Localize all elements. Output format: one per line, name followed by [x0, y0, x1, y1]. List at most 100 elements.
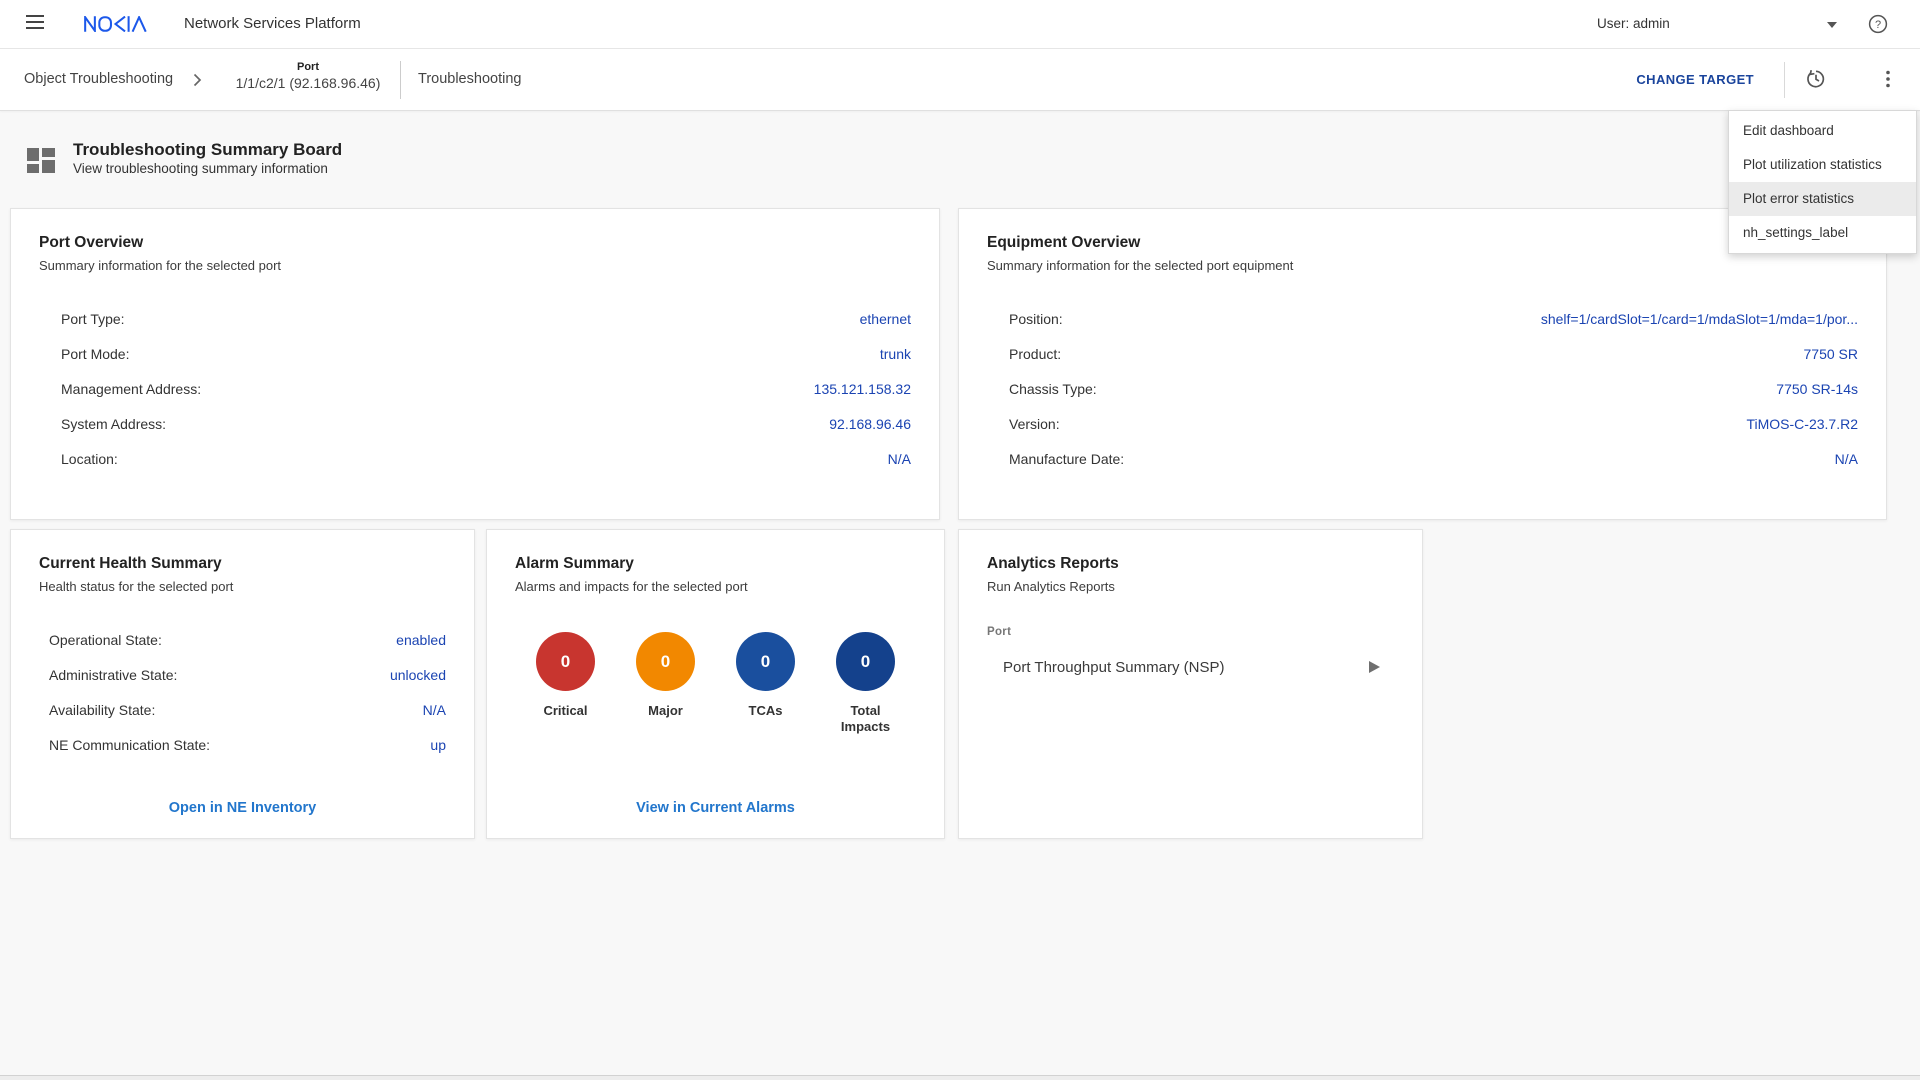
field-list: Operational State: enabled Administrative … — [39, 622, 446, 762]
nokia-logo-text: NOKIA — [148, 16, 149, 17]
menu-item-plot-error-statistics[interactable]: Plot error statistics — [1729, 182, 1916, 216]
card-subtitle: Health status for the selected port — [39, 578, 446, 596]
nokia-logo: NOKIA — [84, 16, 148, 37]
field-value: TiMOS-C-23.7.R2 — [1746, 416, 1858, 432]
alarm-count-circle: 0 — [836, 632, 895, 691]
field-label: Port Type: — [61, 311, 125, 327]
field-row: Port Mode: trunk — [39, 336, 911, 371]
field-row: NE Communication State: up — [39, 727, 446, 762]
toolbar-divider — [1784, 62, 1785, 98]
field-row: Operational State: enabled — [39, 622, 446, 657]
field-list: Port Type: ethernet Port Mode: trunk Managem… — [39, 301, 911, 476]
field-value: 7750 SR — [1804, 346, 1858, 362]
card-title: Current Health Summary — [39, 554, 446, 574]
context-menu: Edit dashboardPlot utilization statistic… — [1728, 110, 1917, 254]
alarm-counter-major: 0 Major — [635, 632, 697, 735]
screen: NOKIA Network Services Platform User: ad… — [0, 0, 1920, 1080]
field-row: Management Address:135.121.158.32 — [39, 371, 911, 406]
field-label: Management Address: — [61, 381, 201, 397]
field-label: Availability State: — [49, 702, 155, 718]
field-row: Version: TiMOS-C-23.7.R2 — [987, 406, 1858, 441]
field-label: Manufacture Date: — [1009, 451, 1124, 467]
equipment-overview-card: Equipment Overview Summary information f… — [958, 208, 1887, 520]
card-title: Port Overview — [39, 233, 911, 253]
analytics-reports-card: Analytics Reports Run Analytics Reports … — [958, 529, 1423, 839]
field-label: Version: — [1009, 416, 1060, 432]
top-app-bar: NOKIA Network Services Platform User: ad… — [0, 0, 1920, 49]
breadcrumb-target-name: 1/1/c2/1 (92.168.96.46) — [228, 74, 388, 92]
card-subtitle: Summary information for the selected por… — [39, 257, 911, 275]
field-row: Manufacture Date: N/A — [987, 441, 1858, 476]
alarm-counter-critical: 0Critical — [535, 632, 597, 735]
field-value: unlocked — [390, 667, 446, 683]
change-target-button[interactable]: CHANGE TARGET — [1636, 49, 1754, 110]
field-label: Operational State: — [49, 632, 162, 648]
page-title: Troubleshooting Summary Board — [73, 140, 342, 160]
alarm-counter-label: TCAs — [749, 703, 783, 719]
field-value: 7750 SR-14s — [1776, 381, 1858, 397]
report-group-label: Port — [987, 626, 1394, 638]
hamburger-menu-icon[interactable] — [26, 15, 44, 31]
field-row: Position:shelf=1/cardSlot=1/card=1/mdaSl… — [987, 301, 1858, 336]
card-subtitle: Alarms and impacts for the selected port — [515, 578, 916, 596]
user-menu-caret-icon[interactable] — [1827, 22, 1837, 28]
field-label: Location: — [61, 451, 118, 467]
field-value: N/A — [423, 702, 446, 718]
breadcrumb-root[interactable]: Object Troubleshooting — [24, 49, 173, 110]
chevron-right-icon — [193, 73, 202, 92]
page-subtitle: View troubleshooting summary information — [73, 160, 342, 178]
field-label: Position: — [1009, 311, 1063, 327]
open-in-ne-inventory-link[interactable]: Open in NE Inventory — [11, 800, 474, 816]
field-value: ethernet — [860, 311, 911, 327]
field-row: Chassis Type: 7750 SR-14s — [987, 371, 1858, 406]
alarm-count-circle: 0 — [536, 632, 595, 691]
menu-item-plot-utilization-statistics[interactable]: Plot utilization statistics — [1729, 148, 1916, 182]
alarm-counter-label: Total Impacts — [835, 703, 897, 735]
alarm-counters: 0Critical0Major0TCAs0Total Impacts — [515, 632, 916, 735]
alarm-counter-label: Major — [648, 703, 683, 719]
breadcrumb-toolbar: Object Troubleshooting Port 1/1/c2/1 (92… — [0, 49, 1920, 111]
report-name: Port Throughput Summary (NSP) — [1003, 659, 1224, 676]
field-row: Administrative State:unlocked — [39, 657, 446, 692]
field-value: N/A — [888, 451, 911, 467]
view-in-current-alarms-link[interactable]: View in Current Alarms — [487, 800, 944, 816]
field-label: NE Communication State: — [49, 737, 210, 753]
alarm-count-circle: 0 — [636, 632, 695, 691]
breadcrumb-divider — [400, 61, 401, 99]
alarm-summary-card: Alarm Summary Alarms and impacts for the… — [486, 529, 945, 839]
menu-item-nh-settings-label[interactable]: nh_settings_label — [1729, 216, 1916, 250]
field-label: Port Mode: — [61, 346, 129, 362]
kebab-menu-button[interactable] — [1877, 68, 1899, 90]
history-button[interactable] — [1805, 68, 1827, 90]
field-value: enabled — [396, 632, 446, 648]
report-row[interactable]: Port Throughput Summary (NSP) — [987, 652, 1394, 682]
user-menu[interactable]: User: admin — [1597, 0, 1670, 48]
field-value: up — [430, 737, 446, 753]
footer-strip — [0, 1075, 1920, 1080]
field-value: trunk — [880, 346, 911, 362]
app-title: Network Services Platform — [184, 0, 361, 48]
alarm-counter-tcas: 0TCAs — [735, 632, 797, 735]
field-row: Port Type: ethernet — [39, 301, 911, 336]
card-title: Analytics Reports — [987, 554, 1394, 574]
field-list: Position:shelf=1/cardSlot=1/card=1/mdaSl… — [987, 301, 1858, 476]
breadcrumb-section: Troubleshooting — [418, 49, 521, 110]
dashboard-icon — [27, 147, 55, 175]
field-value: N/A — [1835, 451, 1858, 467]
card-subtitle: Run Analytics Reports — [987, 578, 1394, 596]
breadcrumb-target: Port 1/1/c2/1 (92.168.96.46) — [228, 60, 388, 92]
page-header: Troubleshooting Summary Board View troub… — [27, 140, 342, 178]
run-report-play-icon[interactable] — [1369, 661, 1380, 673]
field-label: Product: — [1009, 346, 1061, 362]
field-label: Chassis Type: — [1009, 381, 1097, 397]
field-row: Location: N/A — [39, 441, 911, 476]
field-row: Availability State: N/A — [39, 692, 446, 727]
field-value: 92.168.96.46 — [829, 416, 911, 432]
help-button[interactable]: ? — [1867, 13, 1889, 35]
field-row: Product: 7750 SR — [987, 336, 1858, 371]
menu-item-edit-dashboard[interactable]: Edit dashboard — [1729, 114, 1916, 148]
svg-text:?: ? — [1875, 19, 1881, 31]
card-title: Alarm Summary — [515, 554, 916, 574]
breadcrumb-target-type: Port — [228, 60, 388, 74]
field-label: System Address: — [61, 416, 166, 432]
